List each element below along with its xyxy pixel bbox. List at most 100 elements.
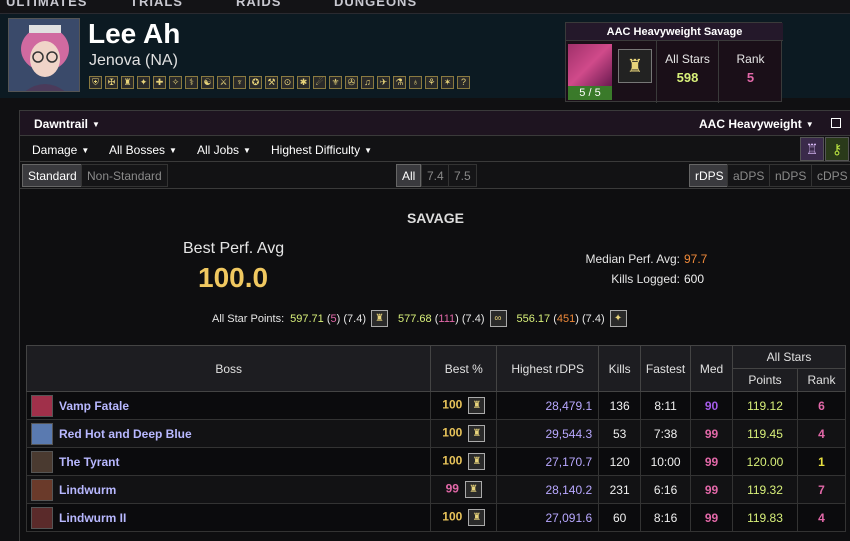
metric-dropdown[interactable]: Damage ▼ <box>32 143 89 157</box>
job-icon: ♜ <box>464 481 482 498</box>
job-icon[interactable]: ✧ <box>169 76 182 89</box>
job-icon[interactable]: ✦ <box>137 76 150 89</box>
rank-cell: 1 <box>796 447 847 476</box>
job-icon[interactable]: ⚒ <box>265 76 278 89</box>
job-icon[interactable]: ✱ <box>297 76 310 89</box>
job-icon[interactable]: ✚ <box>153 76 166 89</box>
cdps-button[interactable]: cDPS <box>811 164 850 187</box>
boss-name-link[interactable]: Lindwurm II <box>59 511 126 525</box>
boss-cell: Lindwurm <box>25 475 432 504</box>
zone-kill-count: 5 / 5 <box>568 86 612 100</box>
job-icon[interactable]: ♆ <box>233 76 246 89</box>
job-icon[interactable]: ⊙ <box>281 76 294 89</box>
job-icon[interactable]: ♁ <box>409 76 422 89</box>
highest-rdps-cell: 28,479.1 <box>496 391 600 420</box>
highest-rdps-cell: 27,091.6 <box>496 503 600 532</box>
tab-raids[interactable]: RAIDS <box>236 0 281 9</box>
kills-cell: 120 <box>598 447 642 476</box>
tab-ultimates[interactable]: ULTIMATES <box>6 0 87 9</box>
col-kills[interactable]: Kills <box>598 345 642 392</box>
table-row[interactable]: Red Hot and Deep Blue 100 ♜ 29,544.3 53 7:38 9… <box>25 419 847 448</box>
patch-all-button[interactable]: All <box>396 164 422 187</box>
table-row[interactable]: Lindwurm II 100 ♜ 27,091.6 60 8:16 99 119.83 4 <box>25 503 847 532</box>
job-icon[interactable]: ☄ <box>313 76 326 89</box>
job-icon[interactable]: ⚜ <box>329 76 342 89</box>
boss-name-link[interactable]: Red Hot and Deep Blue <box>59 427 192 441</box>
med-cell: 99 <box>690 447 734 476</box>
boss-name-link[interactable]: Vamp Fatale <box>59 399 129 413</box>
asp-rank: 111 <box>438 312 456 325</box>
tab-non-standard[interactable]: Non-Standard <box>81 164 168 187</box>
job-icon[interactable]: ⛨ <box>89 76 102 89</box>
fastest-cell: 6:16 <box>640 475 692 504</box>
asp-entry: 577.68 (111) (7.4) ∞ <box>398 310 507 327</box>
col-fastest[interactable]: Fastest <box>640 345 692 392</box>
points-cell: 119.45 <box>732 419 798 448</box>
median-perf-value: 97.7 <box>684 252 708 266</box>
patch-74-button[interactable]: 7.4 <box>421 164 450 187</box>
difficulty-dropdown[interactable]: Highest Difficulty ▼ <box>271 143 372 157</box>
job-icon: ✦ <box>609 310 627 327</box>
patch-75-button[interactable]: 7.5 <box>448 164 477 187</box>
party-icon[interactable]: ♖ <box>800 137 824 161</box>
job-icon: ∞ <box>489 310 507 327</box>
difficulty-label: Highest Difficulty <box>271 143 361 157</box>
job-icon[interactable]: ♜ <box>121 76 134 89</box>
boss-name-link[interactable]: Lindwurm <box>59 483 116 497</box>
boss-icon <box>31 422 53 445</box>
job-icon: ♜ <box>468 453 486 470</box>
boss-icon <box>31 450 53 473</box>
tab-standard[interactable]: Standard <box>22 164 83 187</box>
fastest-cell: 7:38 <box>640 419 692 448</box>
med-cell: 99 <box>690 475 734 504</box>
job-icon[interactable]: ♫ <box>361 76 374 89</box>
job-icon[interactable]: ⚕ <box>185 76 198 89</box>
col-rank[interactable]: Rank <box>796 368 847 392</box>
job-icon[interactable]: ⚔ <box>217 76 230 89</box>
expansion-dropdown[interactable]: Dawntrail ▼ <box>34 117 100 131</box>
job-icon[interactable]: ⚗ <box>393 76 406 89</box>
top-nav: ULTIMATES TRIALS RAIDS DUNGEONS <box>0 0 850 14</box>
boss-name-link[interactable]: The Tyrant <box>59 455 119 469</box>
zone-summary-card[interactable]: AAC Heavyweight Savage 5 / 5 ♜ All Stars… <box>565 22 783 103</box>
rankings-panel: Dawntrail ▼ AAC Heavyweight ▼ Damage ▼ All … <box>19 110 850 541</box>
fastest-cell: 10:00 <box>640 447 692 476</box>
zone-label: AAC Heavyweight <box>699 117 802 131</box>
best-pct-cell: 99 ♜ <box>430 475 498 504</box>
best-pct-cell: 100 ♜ <box>430 503 498 532</box>
col-boss[interactable]: Boss <box>25 345 432 392</box>
col-med[interactable]: Med <box>690 345 734 392</box>
highest-rdps-cell: 27,170.7 <box>496 447 600 476</box>
all-stars-col: All Stars 598 <box>656 41 718 103</box>
job-icon[interactable]: ✠ <box>105 76 118 89</box>
points-cell: 119.12 <box>732 391 798 420</box>
tab-trials[interactable]: TRIALS <box>130 0 183 9</box>
key-icon[interactable]: ⚷ <box>825 137 849 161</box>
job-icon[interactable]: ✇ <box>345 76 358 89</box>
adps-button[interactable]: aDPS <box>727 164 771 187</box>
job-icon[interactable]: ? <box>457 76 470 89</box>
rdps-button[interactable]: rDPS <box>689 164 730 187</box>
jobs-dropdown[interactable]: All Jobs ▼ <box>197 143 251 157</box>
bosses-dropdown[interactable]: All Bosses ▼ <box>109 143 177 157</box>
ndps-button[interactable]: nDPS <box>769 164 813 187</box>
col-points[interactable]: Points <box>732 368 798 392</box>
zone-dropdown[interactable]: AAC Heavyweight ▼ <box>699 117 814 131</box>
col-best-pct[interactable]: Best % <box>430 345 498 392</box>
all-star-points: All Star Points: 597.71 (5) (7.4) ♜ 577.… <box>212 310 637 327</box>
job-icon[interactable]: ✶ <box>441 76 454 89</box>
table-row[interactable]: The Tyrant 100 ♜ 27,170.7 120 10:00 99 120.00 1 <box>25 447 847 476</box>
chevron-down-icon: ▼ <box>169 146 177 155</box>
table-row[interactable]: Lindwurm 99 ♜ 28,140.2 231 6:16 99 119.32 7 <box>25 475 847 504</box>
filter-bar-middle: Damage ▼ All Bosses ▼ All Jobs ▼ Highest Di… <box>20 136 850 162</box>
tab-dungeons[interactable]: DUNGEONS <box>334 0 417 9</box>
job-icon[interactable]: ✪ <box>249 76 262 89</box>
col-highest-rdps[interactable]: Highest rDPS <box>496 345 600 392</box>
job-icon[interactable]: ✈ <box>377 76 390 89</box>
job-icon[interactable]: ⚘ <box>425 76 438 89</box>
job-icon[interactable]: ☯ <box>201 76 214 89</box>
character-name: Lee Ah <box>88 18 181 49</box>
boss-icon <box>31 506 53 529</box>
expand-icon[interactable] <box>831 118 841 128</box>
table-row[interactable]: Vamp Fatale 100 ♜ 28,479.1 136 8:11 90 119.12 6 <box>25 391 847 420</box>
